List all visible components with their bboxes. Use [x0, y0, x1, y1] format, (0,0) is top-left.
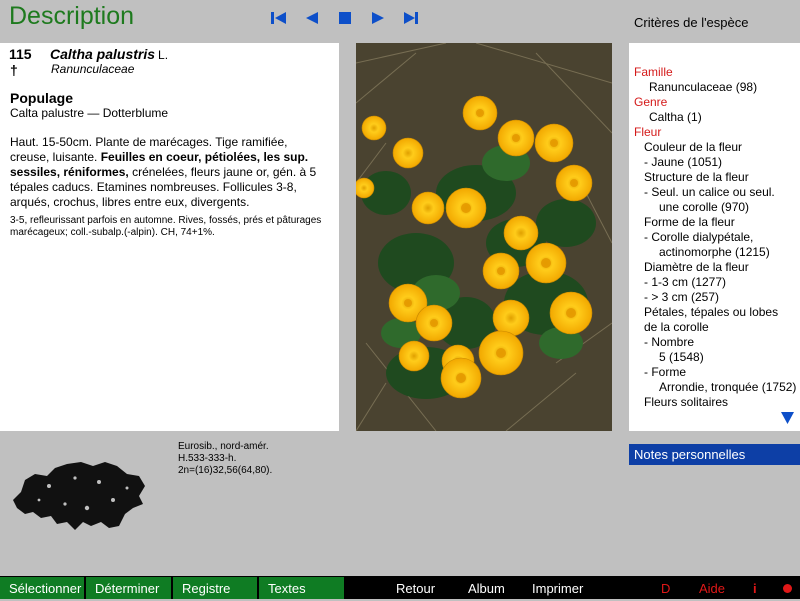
info-button[interactable]: i [753, 577, 757, 599]
ecology-text: 3-5, refleurissant parfois en automne. R… [10, 215, 322, 238]
distribution-line: 2n=(16)32,56(64,80). [178, 465, 273, 476]
select-tab[interactable]: Sélectionner [0, 577, 84, 599]
criteria-category: Famille [634, 65, 673, 79]
criteria-item: Structure de la fleur [644, 170, 749, 184]
dagger-mark: † [10, 62, 18, 78]
criteria-item: - 1-3 cm (1277) [644, 275, 727, 289]
criteria-item: - Jaune (1051) [644, 155, 723, 169]
last-record-icon [404, 12, 418, 24]
criteria-title: Critères de l'espèce [634, 15, 749, 30]
criteria-list: Famille Ranunculaceae (98) Genre Caltha (1)… [634, 65, 800, 410]
first-record-icon [271, 12, 286, 24]
species-number: 115 [9, 46, 32, 62]
description-text: Haut. 15-50cm. Plante de marécages. Tige… [10, 135, 328, 210]
criteria-item: Fleurs solitaires [644, 395, 729, 409]
next-record-icon [372, 12, 384, 24]
record-navigation [268, 9, 433, 27]
criteria-item: - > 3 cm (257) [644, 290, 720, 304]
criteria-item: Couleur de la fleur [644, 140, 743, 154]
register-tab[interactable]: Registre [173, 577, 257, 599]
scientific-name: Caltha palustris L. [50, 46, 168, 62]
criteria-item: Caltha (1) [649, 110, 702, 124]
criteria-item: une corolle (970) [659, 200, 750, 214]
determine-tab[interactable]: Déterminer [86, 577, 171, 599]
album-button[interactable]: Album [468, 577, 505, 599]
criteria-item: Forme de la fleur [644, 215, 735, 229]
criteria-panel: Famille Ranunculaceae (98) Genre Caltha (1)… [629, 43, 800, 431]
author: L. [158, 48, 169, 62]
last-record-button[interactable] [400, 9, 422, 27]
criteria-item: de la corolle [644, 320, 709, 334]
first-record-button[interactable] [268, 9, 290, 27]
stop-button[interactable] [334, 9, 356, 27]
criteria-item: Pétales, tépales ou lobes [644, 305, 779, 319]
description-panel: 115 † Caltha palustris L. Ranunculaceae P… [0, 43, 339, 431]
d-button[interactable]: D [661, 577, 670, 599]
notes-label: Notes personnelles [634, 447, 746, 462]
criteria-item: Arrondie, tronquée (1752) [659, 380, 797, 394]
criteria-category: Genre [634, 95, 668, 109]
previous-record-icon [306, 12, 318, 24]
record-dot-icon[interactable] [783, 584, 792, 593]
species-photo [356, 43, 612, 431]
scroll-down-button[interactable] [781, 411, 794, 424]
common-name-translations: Calta palustre — Dotterblume [10, 106, 169, 120]
stop-icon [339, 12, 351, 24]
distribution-text: Eurosib., nord-amér. H.533-333-h. 2n=(16… [178, 441, 272, 477]
triangle-down-icon [781, 412, 794, 424]
distribution-line: Eurosib., nord-amér. [178, 441, 269, 452]
page-title: Description [9, 2, 135, 30]
criteria-item: - Nombre [644, 335, 695, 349]
print-button[interactable]: Imprimer [532, 577, 583, 599]
genus-species: Caltha palustris [50, 46, 156, 62]
criteria-item: - Corolle dialypétale, [644, 230, 754, 244]
criteria-item: Diamètre de la fleur [644, 260, 749, 274]
texts-tab[interactable]: Textes [259, 577, 344, 599]
criteria-item: actinomorphe (1215) [659, 245, 770, 259]
criteria-item: Ranunculaceae (98) [649, 80, 758, 94]
distribution-map [9, 442, 149, 532]
next-record-button[interactable] [367, 9, 389, 27]
personal-notes-button[interactable]: Notes personnelles [629, 444, 800, 465]
help-button[interactable]: Aide [699, 577, 725, 599]
criteria-item: - Forme [644, 365, 686, 379]
criteria-category: Fleur [634, 125, 662, 139]
common-name: Populage [10, 90, 74, 106]
criteria-item: 5 (1548) [659, 350, 704, 364]
back-button[interactable]: Retour [396, 577, 435, 599]
family-name: Ranunculaceae [51, 62, 135, 76]
criteria-item: - Seul. un calice ou seul. [644, 185, 775, 199]
previous-record-button[interactable] [301, 9, 323, 27]
distribution-line: H.533-333-h. [178, 453, 237, 464]
